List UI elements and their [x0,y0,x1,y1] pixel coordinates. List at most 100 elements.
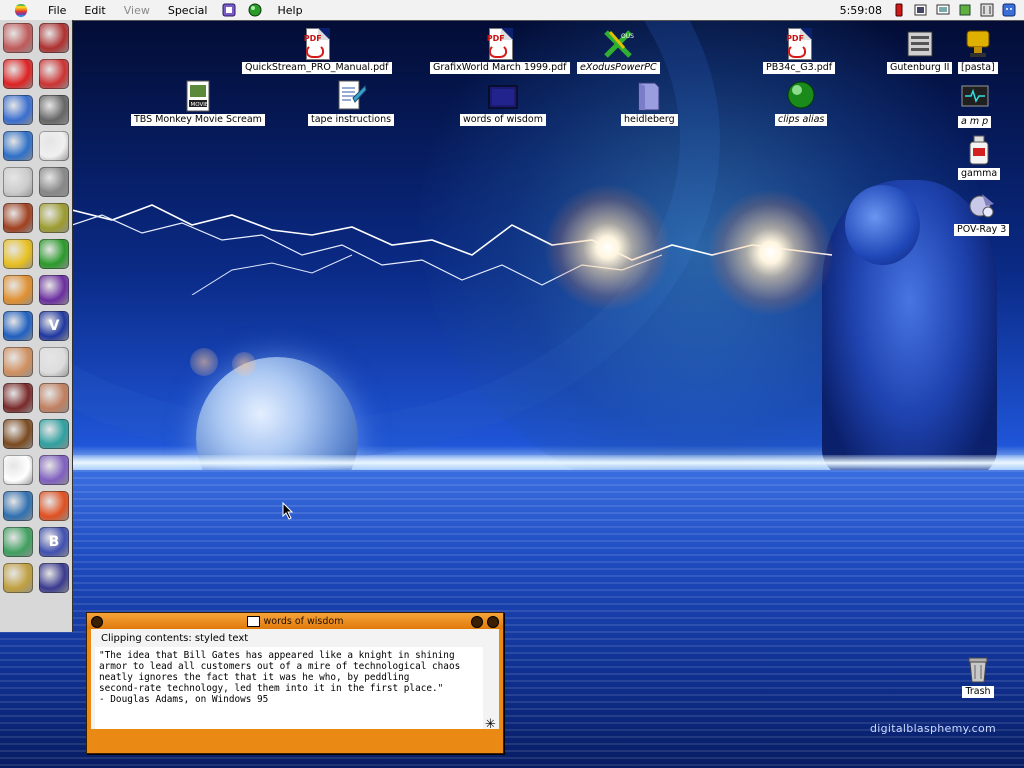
desktop-icon-label: [pasta] [958,62,998,74]
zoom-box-icon[interactable] [471,616,483,628]
power-battery-icon[interactable] [958,3,972,17]
monkey-icon [3,203,33,233]
color-picker-icon [39,491,69,521]
application-icon[interactable] [914,3,928,17]
menu-edit[interactable]: Edit [84,4,105,17]
desktop-icon-gutenburg[interactable]: Gutenburg II [887,28,953,74]
orb-decoration [232,352,256,376]
launcher-button[interactable] [36,56,72,92]
desktop-icon-label: GrafixWorld March 1999.pdf [430,62,570,74]
devil-icon [39,59,69,89]
menu-special[interactable]: Special [168,4,208,17]
light-flare [708,190,833,315]
launcher-button[interactable] [0,488,36,524]
desktop-icon-pasta[interactable]: [pasta] [958,28,998,74]
desktop-icon-amp[interactable]: a m p [958,82,992,128]
launcher-palette: VB [0,20,73,632]
desktop-icon-trash[interactable]: Trash [962,652,994,698]
launcher-button[interactable] [0,380,36,416]
trophy-icon [966,30,990,57]
launcher-button[interactable] [36,344,72,380]
resize-handle-icon[interactable]: ✳ [485,718,497,731]
desktop-icon-pb34c[interactable]: PDF PB34c_G3.pdf [763,28,836,74]
acrobat-icon [3,59,33,89]
povray-app-icon [969,194,994,218]
menu-bar-extras: 5:59:08 [840,0,1024,20]
launcher-button[interactable] [0,452,36,488]
launcher-button[interactable] [36,272,72,308]
desktop-icon-tbs-monkey[interactable]: MOVIE TBS Monkey Movie Scream [131,80,265,126]
svg-text:OUS: OUS [621,33,634,40]
green-sphere-menu-icon[interactable] [248,3,262,17]
window-title-bar[interactable]: words of wisdom [87,613,503,629]
desktop-icon-gamma[interactable]: gamma [958,134,1001,180]
menu-help[interactable]: Help [277,4,302,17]
desktop-icon-tape-instructions[interactable]: tape instructions [308,80,395,126]
b-icon: B [39,527,69,557]
window-title: words of wisdom [263,615,344,627]
launcher-button[interactable] [0,560,36,596]
desktop-icon-grafixworld[interactable]: PDF GrafixWorld March 1999.pdf [430,28,570,74]
launcher-button[interactable] [0,164,36,200]
launcher-button[interactable] [36,164,72,200]
script-menu-icon[interactable] [222,3,236,17]
launcher-button[interactable] [0,200,36,236]
battery-icon[interactable] [892,3,906,17]
menu-clock[interactable]: 5:59:08 [840,4,882,17]
launcher-button[interactable] [36,380,72,416]
document-icon [338,80,367,110]
launcher-button[interactable] [0,344,36,380]
launcher-button[interactable] [0,56,36,92]
launcher-button[interactable] [0,20,36,56]
launcher-button[interactable] [36,92,72,128]
launcher-button[interactable] [36,560,72,596]
launcher-button[interactable] [0,308,36,344]
collapse-box-icon[interactable] [487,616,499,628]
movie-file-icon: MOVIE [186,80,210,112]
apple-menu-icon[interactable] [15,3,27,17]
gamma-bottle-icon [969,135,989,165]
close-box-icon[interactable] [91,616,103,628]
desktop-icon-label: PB34c_G3.pdf [763,62,836,74]
launcher-button[interactable] [36,20,72,56]
launcher-button[interactable] [0,524,36,560]
desktop-icon-clips-alias[interactable]: clips alias [775,80,828,126]
launcher-button[interactable] [36,452,72,488]
launcher-button[interactable] [0,236,36,272]
launcher-button[interactable]: V [36,308,72,344]
desktop-icon-label: QuickStream_PRO_Manual.pdf [242,62,392,74]
trash-icon [968,657,988,683]
launcher-button[interactable] [0,128,36,164]
desktop-icon-words-of-wisdom[interactable]: words of wisdom [460,80,546,126]
launcher-button[interactable] [36,200,72,236]
face-icon [3,347,33,377]
desktop-icon-label: a m p [958,116,992,128]
finder-icon[interactable] [1002,3,1016,17]
launcher-button[interactable] [0,272,36,308]
speaker-icon [39,167,69,197]
pdf-file-icon: PDF [301,28,333,60]
desktop-icon-povray[interactable]: POV-Ray 3 [954,190,1010,236]
launcher-button[interactable] [36,416,72,452]
clipping-file-icon [488,85,518,109]
menu-bar: File Edit View Special Help 5:59:08 [0,0,1024,21]
clipping-window[interactable]: words of wisdom Clipping contents: style… [86,612,504,754]
control-strip-icon[interactable] [980,3,994,17]
launcher-button[interactable] [0,92,36,128]
desktop-icon-quickstream-manual[interactable]: PDF QuickStream_PRO_Manual.pdf [242,28,392,74]
menu-view[interactable]: View [124,4,150,17]
launcher-button[interactable] [36,236,72,272]
menu-file[interactable]: File [48,4,66,17]
launcher-button[interactable] [36,128,72,164]
launcher-button[interactable] [36,488,72,524]
launcher-button[interactable] [0,416,36,452]
clipping-text[interactable]: "The idea that Bill Gates has appeared l… [95,647,483,729]
orb-decoration [190,348,218,376]
burger-icon [3,275,33,305]
keyboard-icon [3,167,33,197]
desktop-icon-exodus[interactable]: OUS eXodusPowerPC [577,28,660,74]
desktop-icon-heidleberg[interactable]: heidleberg [621,80,678,126]
desktop-icon-label: eXodusPowerPC [577,62,660,74]
monitor-icon[interactable] [936,3,950,17]
launcher-button[interactable]: B [36,524,72,560]
